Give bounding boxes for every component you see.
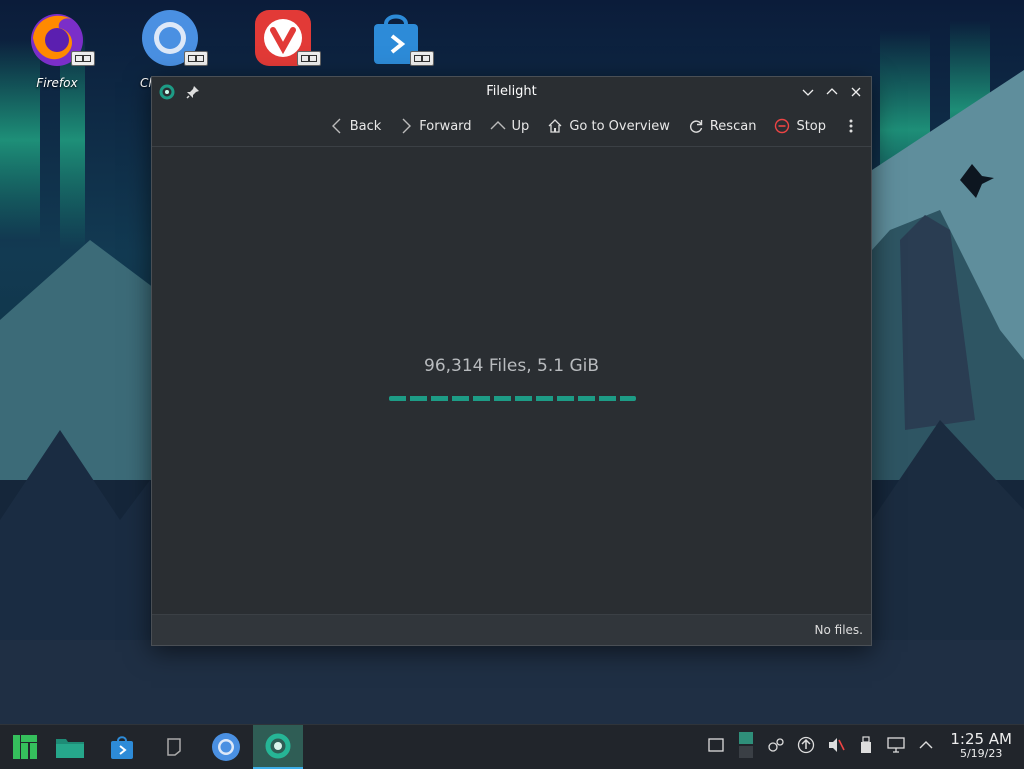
symlink-badge-icon: [184, 51, 208, 66]
update-arrow-icon: [797, 736, 815, 754]
symlink-badge-icon: [71, 51, 95, 66]
home-icon: [548, 119, 562, 133]
store-icon: [111, 736, 133, 759]
chevron-right-icon: [402, 118, 412, 134]
window-title: Filelight: [486, 84, 537, 99]
volume-muted-icon: [829, 738, 845, 752]
vivaldi-icon: [253, 8, 321, 68]
network-icon: [768, 738, 784, 752]
up-button[interactable]: Up: [481, 112, 539, 140]
pager-icon: [739, 732, 753, 758]
overview-label: Go to Overview: [569, 118, 670, 134]
application-launcher[interactable]: [0, 725, 50, 769]
desktop-icon-label: Firefox: [36, 76, 78, 90]
forward-label: Forward: [419, 118, 472, 134]
rescan-button[interactable]: Rescan: [679, 112, 766, 140]
monitor-icon: [887, 737, 905, 753]
refresh-icon: [689, 120, 703, 133]
more-options-button[interactable]: [835, 112, 863, 140]
go-to-overview-button[interactable]: Go to Overview: [538, 112, 679, 140]
desktop-icon-firefox[interactable]: Firefox: [17, 8, 97, 90]
taskbar: 1:25 AM 5/19/23: [0, 724, 1024, 769]
chevron-down-icon: [802, 89, 814, 96]
rescan-label: Rescan: [709, 118, 757, 134]
volume-tray-icon[interactable]: [826, 735, 846, 755]
scan-view: 96,314 Files, 5.1 GiB: [152, 146, 871, 615]
show-desktop-tray-icon[interactable]: [706, 735, 726, 755]
status-text: No files.: [814, 623, 863, 637]
virtual-desktop-pager[interactable]: [736, 732, 756, 758]
taskbar-chromium[interactable]: [201, 725, 251, 769]
desktop-icon-vivaldi[interactable]: [243, 8, 323, 76]
files-icon: [56, 739, 84, 758]
show-hidden-tray-icons[interactable]: [916, 735, 936, 755]
network-tray-icon[interactable]: [766, 735, 786, 755]
minimize-button[interactable]: [799, 83, 817, 101]
window-icon: [708, 738, 724, 752]
taskbar-files[interactable]: [45, 725, 95, 769]
scan-status-text: 96,314 Files, 5.1 GiB: [424, 356, 599, 376]
maximize-button[interactable]: [823, 83, 841, 101]
system-tray: [706, 732, 936, 758]
chevron-up-icon: [919, 741, 933, 749]
desktop-icon-store[interactable]: [356, 8, 436, 76]
stop-label: Stop: [796, 118, 826, 134]
chromium-icon: [140, 8, 208, 68]
taskbar-notes[interactable]: [149, 725, 199, 769]
back-label: Back: [349, 118, 382, 134]
chromium-icon: [212, 733, 240, 761]
close-button[interactable]: [847, 83, 865, 101]
kebab-menu-icon: [849, 119, 853, 133]
usb-drive-icon: [861, 736, 871, 753]
digital-clock[interactable]: 1:25 AM 5/19/23: [950, 730, 1012, 760]
back-button[interactable]: Back: [321, 112, 391, 140]
window-titlebar[interactable]: Filelight: [152, 77, 871, 107]
notes-icon: [167, 738, 181, 756]
chevron-up-icon: [490, 121, 506, 130]
taskbar-store[interactable]: [97, 725, 147, 769]
manjaro-menu-icon: [13, 735, 37, 759]
status-bar: No files.: [152, 614, 871, 645]
chevron-up-icon: [826, 88, 838, 95]
up-label: Up: [511, 118, 530, 134]
main-toolbar: Back Forward Up Go to Overview Rescan St…: [321, 110, 871, 142]
close-icon: [851, 87, 861, 97]
symlink-badge-icon: [297, 51, 321, 66]
removable-devices-tray-icon[interactable]: [856, 735, 876, 755]
taskbar-filelight[interactable]: [253, 725, 303, 769]
updates-tray-icon[interactable]: [796, 735, 816, 755]
stop-button[interactable]: Stop: [765, 112, 835, 140]
chevron-left-icon: [331, 118, 341, 134]
scan-progress-indicator: [389, 396, 636, 401]
firefox-icon: [27, 8, 95, 68]
filelight-window: Filelight Back Forward Up Go to Overview…: [151, 76, 872, 646]
symlink-badge-icon: [410, 51, 434, 66]
filelight-icon: [265, 733, 291, 759]
stop-icon: [775, 118, 790, 134]
store-icon: [366, 8, 434, 68]
clock-time: 1:25 AM: [950, 730, 1012, 748]
display-tray-icon[interactable]: [886, 735, 906, 755]
forward-button[interactable]: Forward: [390, 112, 480, 140]
clock-date: 5/19/23: [959, 747, 1003, 760]
